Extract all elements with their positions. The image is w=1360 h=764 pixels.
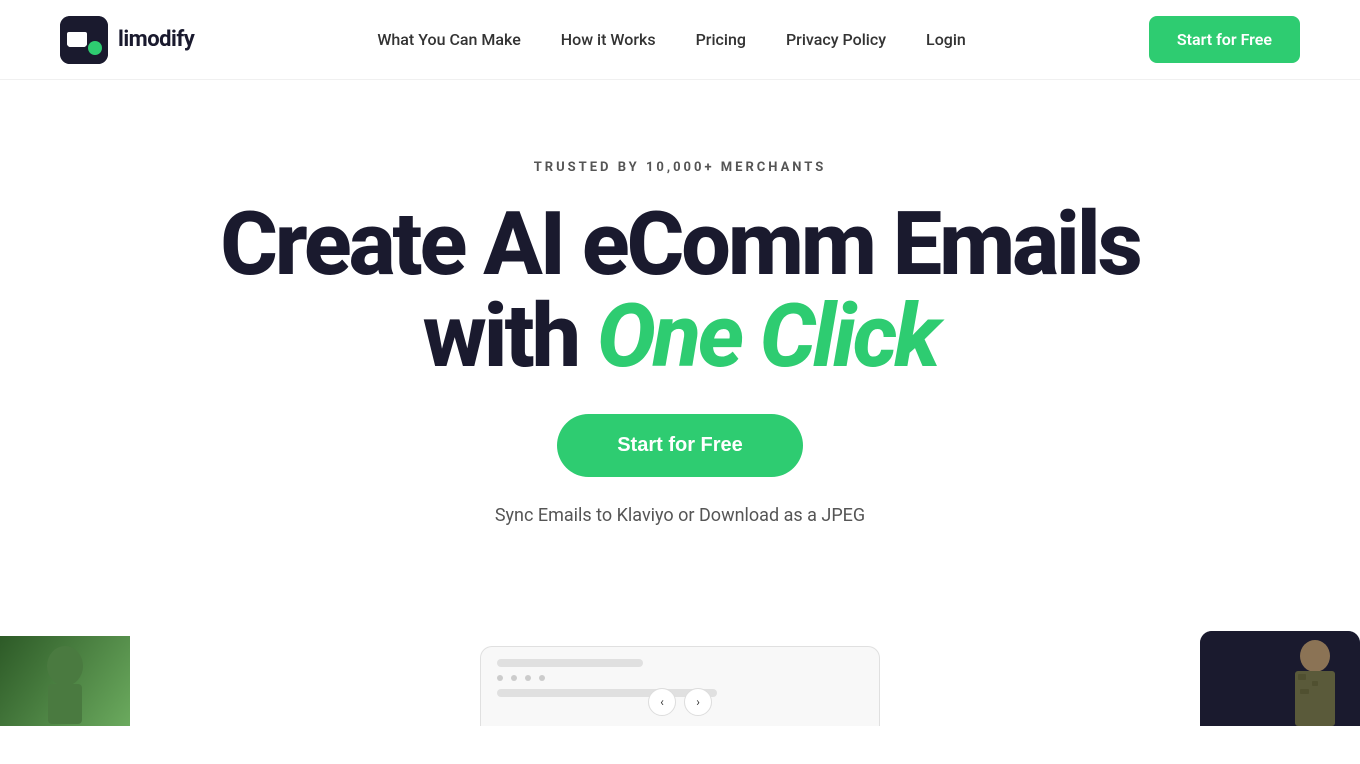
preview-next-arrow[interactable]: › [684, 688, 712, 716]
headline-with-prefix: with [423, 285, 597, 388]
headline-one-click: One Click [597, 285, 937, 388]
preview-dot-3 [525, 675, 531, 681]
nav-item-how-it-works[interactable]: How it Works [561, 30, 656, 49]
hero-cta-button[interactable]: Start for Free [557, 414, 803, 477]
preview-dot-4 [539, 675, 545, 681]
nav-link-how-it-works[interactable]: How it Works [561, 30, 656, 49]
preview-strip: ‹ › [0, 616, 1360, 726]
navbar: limodify What You Can Make How it Works … [0, 0, 1360, 80]
preview-dots [497, 675, 863, 681]
nav-link-privacy-policy[interactable]: Privacy Policy [786, 30, 886, 49]
preview-dot-1 [497, 675, 503, 681]
preview-left-image [0, 636, 130, 726]
preview-dot-2 [511, 675, 517, 681]
nav-item-login[interactable]: Login [926, 30, 966, 49]
hero-headline-line2: with One Click [423, 291, 938, 383]
brand-name: limodify [118, 27, 194, 52]
logo[interactable]: limodify [60, 16, 194, 64]
nav-item-what-you-can-make[interactable]: What You Can Make [377, 30, 520, 49]
preview-nav-arrows: ‹ › [648, 688, 712, 716]
hero-subtext: Sync Emails to Klaviyo or Download as a … [495, 505, 865, 526]
nav-link-login[interactable]: Login [926, 30, 966, 49]
hero-section: TRUSTED BY 10,000+ MERCHANTS Create AI e… [0, 80, 1360, 616]
preview-right-panel [1200, 631, 1360, 726]
preview-prev-arrow[interactable]: ‹ [648, 688, 676, 716]
nav-link-pricing[interactable]: Pricing [696, 30, 746, 49]
nav-item-pricing[interactable]: Pricing [696, 30, 746, 49]
nav-item-privacy-policy[interactable]: Privacy Policy [786, 30, 886, 49]
preview-bar-1 [497, 659, 643, 667]
nav-link-what-you-can-make[interactable]: What You Can Make [377, 30, 520, 49]
trusted-badge: TRUSTED BY 10,000+ MERCHANTS [534, 160, 827, 175]
nav-cta-button[interactable]: Start for Free [1149, 16, 1300, 63]
hero-headline-line1: Create AI eComm Emails [220, 199, 1140, 291]
logo-icon [60, 16, 108, 64]
nav-links: What You Can Make How it Works Pricing P… [377, 30, 966, 49]
